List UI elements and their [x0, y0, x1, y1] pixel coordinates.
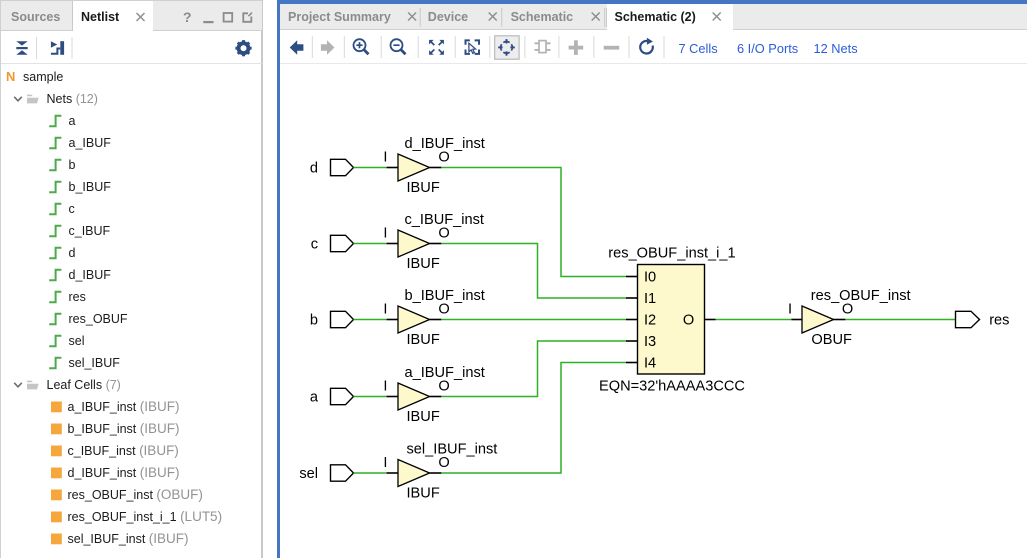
svg-text:sel_IBUF_inst: sel_IBUF_inst: [407, 442, 498, 458]
svg-text:EQN=32'hAAAA3CCC: EQN=32'hAAAA3CCC: [599, 379, 745, 395]
svg-text:I3: I3: [644, 334, 656, 350]
svg-text:I: I: [788, 302, 792, 318]
svg-text:IBUF: IBUF: [407, 180, 440, 196]
svg-text:I1: I1: [644, 291, 656, 307]
svg-text:a_IBUF_inst: a_IBUF_inst: [405, 365, 485, 381]
svg-text:I2: I2: [644, 313, 656, 329]
svg-text:I: I: [383, 455, 387, 471]
svg-text:I4: I4: [644, 356, 656, 372]
svg-text:I0: I0: [644, 270, 656, 286]
svg-text:res: res: [989, 313, 1009, 329]
svg-text:I: I: [383, 150, 387, 166]
svg-text:I: I: [383, 302, 387, 318]
svg-text:res_OBUF_inst: res_OBUF_inst: [811, 288, 911, 304]
svg-text:b_IBUF_inst: b_IBUF_inst: [405, 288, 485, 304]
svg-text:d: d: [310, 161, 318, 177]
svg-text:IBUF: IBUF: [407, 332, 440, 348]
svg-text:I: I: [383, 379, 387, 395]
svg-text:O: O: [683, 313, 694, 329]
svg-text:I: I: [383, 226, 387, 242]
svg-text:OBUF: OBUF: [811, 332, 852, 348]
svg-text:b: b: [310, 313, 318, 329]
svg-text:c: c: [311, 237, 318, 253]
svg-text:IBUF: IBUF: [407, 409, 440, 425]
svg-text:a: a: [310, 390, 319, 406]
svg-text:IBUF: IBUF: [407, 486, 440, 502]
svg-text:d_IBUF_inst: d_IBUF_inst: [405, 136, 485, 152]
svg-text:res_OBUF_inst_i_1: res_OBUF_inst_i_1: [608, 246, 735, 262]
svg-text:IBUF: IBUF: [407, 256, 440, 272]
svg-text:c_IBUF_inst: c_IBUF_inst: [405, 212, 484, 228]
svg-text:sel: sel: [299, 466, 318, 482]
